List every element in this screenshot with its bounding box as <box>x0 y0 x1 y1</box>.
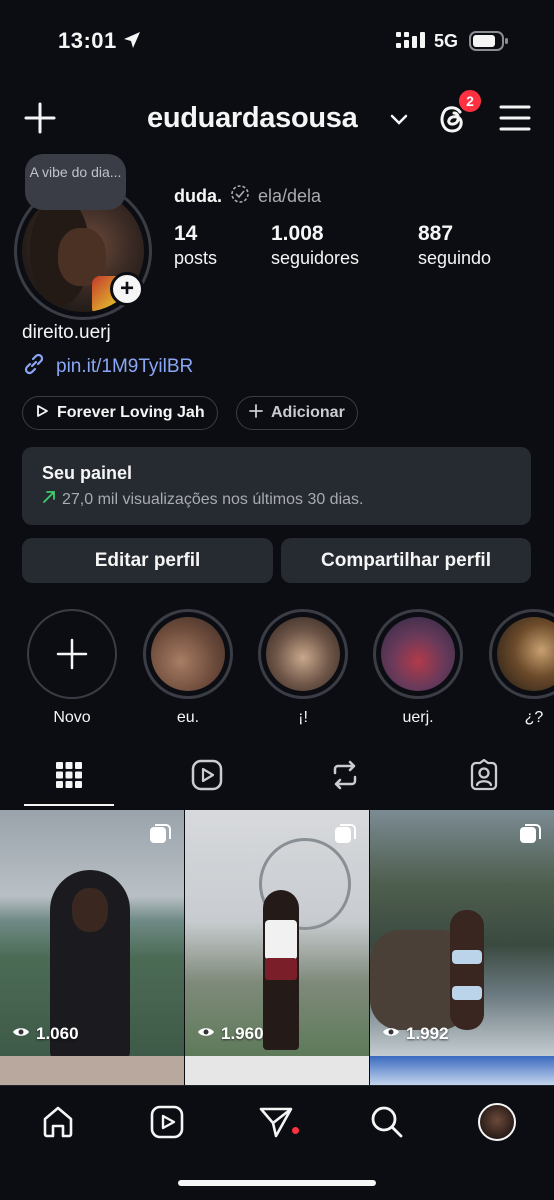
tab-reels[interactable] <box>161 748 253 806</box>
stat-following[interactable]: 887 seguindo <box>418 222 491 269</box>
stat-label: seguidores <box>271 248 360 268</box>
highlight-cover <box>381 617 455 691</box>
post-thumbnail[interactable]: 1.992 <box>370 810 554 1056</box>
active-tab-indicator <box>24 804 114 806</box>
highlight-label: ¡! <box>298 709 308 726</box>
stat-value: 14 <box>174 222 198 245</box>
post-thumbnail[interactable] <box>0 1056 184 1086</box>
carousel-icon <box>333 822 357 851</box>
link-text: pin.it/1M9TyilBR <box>56 356 194 377</box>
profile-link[interactable]: pin.it/1M9TyilBR <box>22 352 193 382</box>
views-count: 1.960 <box>221 1024 264 1043</box>
chevron-down-icon[interactable] <box>390 113 408 131</box>
unread-dot <box>292 1127 299 1134</box>
professional-dashboard[interactable]: Seu painel 27,0 mil visualizações nos úl… <box>22 447 531 525</box>
home-icon[interactable] <box>38 1102 78 1142</box>
add-story-plus-icon[interactable]: + <box>110 272 144 306</box>
reposts-icon <box>329 759 361 796</box>
highlight-label: eu. <box>176 709 200 726</box>
eye-icon <box>382 1024 400 1044</box>
stat-value: 887 <box>418 222 454 245</box>
share-profile-button[interactable]: Compartilhar perfil <box>281 538 531 583</box>
music-chip[interactable]: Forever Loving Jah <box>22 396 218 430</box>
stat-label: posts <box>174 248 218 268</box>
play-icon <box>35 404 49 423</box>
edit-profile-button[interactable]: Editar perfil <box>22 538 273 583</box>
stat-followers[interactable]: 1.008 seguidores <box>271 222 359 269</box>
note-bubble[interactable]: A vibe do dia... <box>25 154 126 210</box>
add-chip[interactable]: Adicionar <box>236 396 358 430</box>
stat-label: seguindo <box>418 248 492 268</box>
home-indicator <box>178 1180 376 1186</box>
post-thumbnail[interactable]: 1.060 <box>0 810 184 1056</box>
highlight-cover <box>266 617 340 691</box>
post-views: 1.992 <box>382 1024 449 1044</box>
tagged-icon <box>468 758 500 796</box>
post-thumbnail[interactable] <box>370 1056 554 1086</box>
highlight-label: Novo <box>53 709 91 726</box>
status-time: 13:01 <box>58 28 117 53</box>
status-bar: 13:01 5G <box>0 0 554 84</box>
highlight-item[interactable]: ¡! <box>258 609 348 727</box>
post-views: 1.060 <box>12 1024 79 1044</box>
network-type: 5G <box>434 31 459 51</box>
new-highlight-plus-icon <box>27 609 117 699</box>
grid-icon <box>55 761 83 794</box>
signal-icon <box>396 32 426 55</box>
tab-reposts[interactable] <box>299 748 391 806</box>
plus-icon <box>249 403 263 423</box>
location-arrow-icon <box>122 30 142 55</box>
threads-badge-icon <box>230 184 250 209</box>
dashboard-subtitle-row: 27,0 mil visualizações nos últimos 30 di… <box>42 490 511 509</box>
music-chip-label: Forever Loving Jah <box>57 404 205 421</box>
eye-icon <box>12 1024 30 1044</box>
highlight-cover <box>151 617 225 691</box>
create-plus-icon[interactable] <box>22 100 58 141</box>
dashboard-subtitle: 27,0 mil visualizações nos últimos 30 di… <box>62 490 364 508</box>
profile-nav-avatar[interactable] <box>477 1102 517 1142</box>
post-thumbnail[interactable]: 1.960 <box>185 810 369 1056</box>
tab-tagged[interactable] <box>438 748 530 806</box>
name-row: duda. ela/dela <box>174 184 321 209</box>
reels-nav-icon[interactable] <box>147 1102 187 1142</box>
highlight-label: ¿? <box>524 709 544 726</box>
highlight-item[interactable]: ¿? <box>489 609 554 727</box>
direct-messages-icon[interactable] <box>256 1102 296 1142</box>
pronouns: ela/dela <box>258 186 322 206</box>
menu-icon[interactable] <box>499 104 531 137</box>
battery-icon <box>469 31 509 56</box>
highlight-label: uerj. <box>402 709 434 726</box>
add-chip-label: Adicionar <box>271 404 345 421</box>
highlight-new[interactable]: Novo <box>27 609 117 727</box>
display-name: duda. <box>174 186 222 206</box>
post-views: 1.960 <box>197 1024 264 1044</box>
tab-grid[interactable] <box>23 748 115 806</box>
carousel-icon <box>518 822 542 851</box>
stat-posts[interactable]: 14 posts <box>174 222 217 269</box>
highlight-item[interactable]: uerj. <box>373 609 463 727</box>
eye-icon <box>197 1024 215 1044</box>
reels-icon <box>191 759 223 796</box>
link-icon <box>22 352 46 382</box>
highlight-item[interactable]: eu. <box>143 609 233 727</box>
username-title[interactable]: euduardasousa <box>147 102 358 135</box>
views-count: 1.060 <box>36 1024 79 1043</box>
profile-header: euduardasousa 2 <box>0 88 554 148</box>
post-thumbnail[interactable] <box>185 1056 369 1086</box>
profile-stats: 14 posts 1.008 seguidores 887 seguindo <box>174 222 534 274</box>
views-count: 1.992 <box>406 1024 449 1043</box>
profile-tabs <box>0 748 554 808</box>
stat-value: 1.008 <box>271 222 324 245</box>
dashboard-title: Seu painel <box>42 463 133 483</box>
search-icon[interactable] <box>367 1102 407 1142</box>
trend-up-icon <box>42 490 56 509</box>
threads-badge: 2 <box>457 88 483 114</box>
highlight-cover <box>497 617 554 691</box>
carousel-icon <box>148 822 172 851</box>
bio-text: direito.uerj <box>22 322 111 343</box>
